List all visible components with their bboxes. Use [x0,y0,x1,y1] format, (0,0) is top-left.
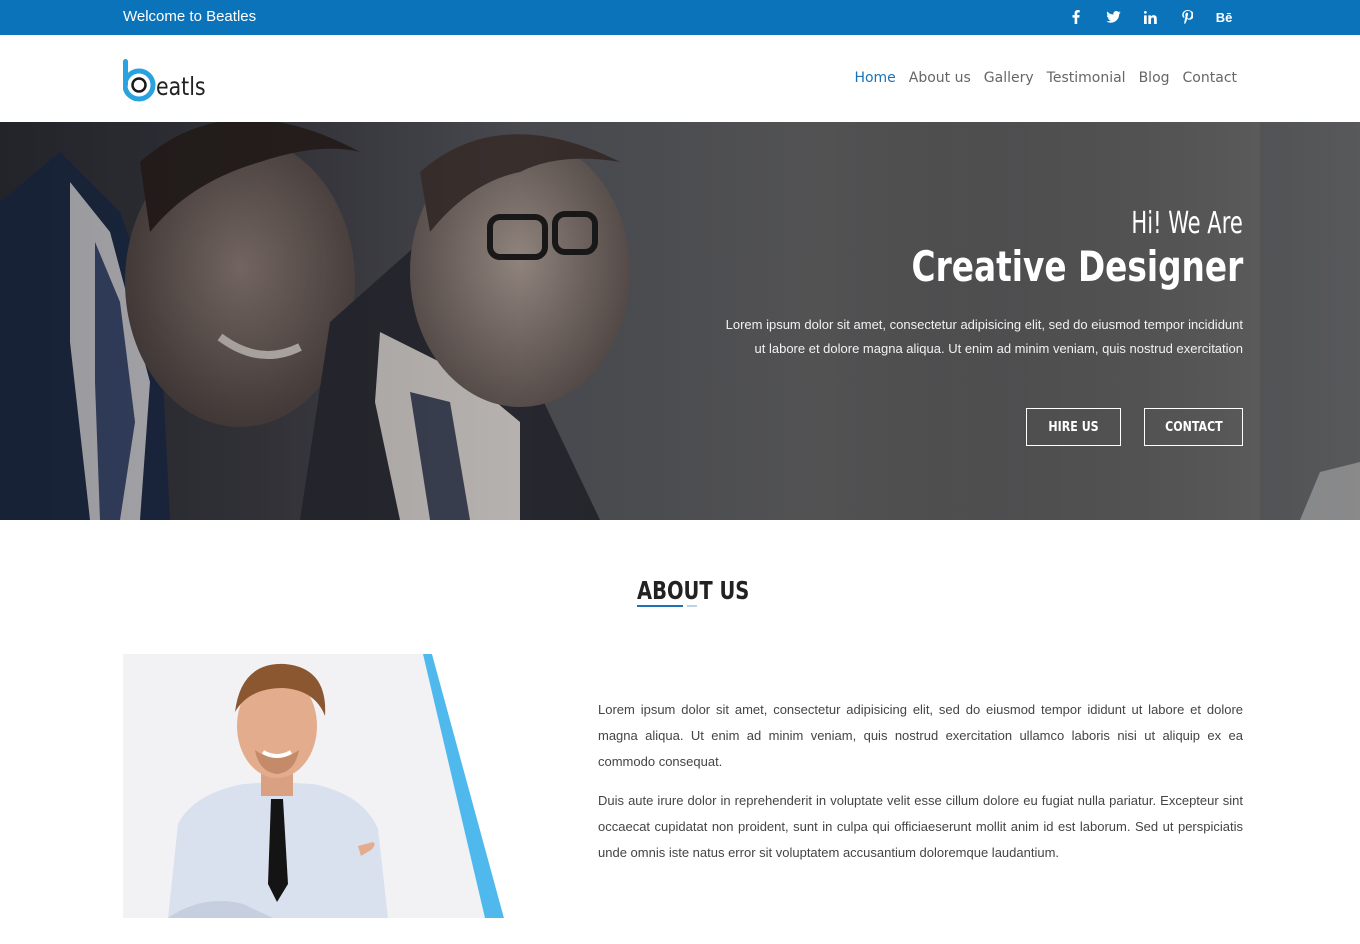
facebook-icon[interactable] [1066,7,1086,27]
main-navbar: eatls Home About us Gallery Testimonial … [0,35,1360,122]
welcome-text: Welcome to Beatles [123,8,257,25]
about-paragraph-1: Lorem ipsum dolor sit amet, consectetur … [598,702,1243,769]
pinterest-icon[interactable] [1177,7,1197,27]
hero-lead-text: Lorem ipsum dolor sit amet, consectetur … [725,317,1243,356]
beatls-logo[interactable]: eatls [123,57,213,103]
nav-item-testimonial[interactable]: Testimonial [1047,70,1126,86]
top-bar: Welcome to Beatles Bē [0,0,1360,35]
hero-kicker: Hi! We Are [1131,206,1243,241]
nav-item-home[interactable]: Home [854,70,895,86]
contact-label: CONTACT [1164,419,1223,435]
businessman-photo [123,654,504,918]
logo-wordmark: eatls [156,72,206,101]
linkedin-icon[interactable] [1140,7,1160,27]
about-text: Lorem ipsum dolor sit amet, consectetur … [598,697,1243,866]
about-paragraph-2: Duis aute irure dolor in reprehenderit i… [598,793,1243,860]
contact-button[interactable]: CONTACT [1144,408,1243,446]
hire-us-button[interactable]: HIRE US [1026,408,1121,446]
nav-item-contact[interactable]: Contact [1183,70,1237,86]
hero-banner: Hi! We Are Creative Designer Lorem ipsum… [0,122,1360,520]
about-section-title: ABOUT US [637,576,750,605]
social-links: Bē [1066,7,1234,27]
nav-item-about-us[interactable]: About us [909,70,971,86]
title-underline-accent [687,605,697,607]
title-underline [637,605,683,607]
about-photo [123,654,504,918]
nav-item-blog[interactable]: Blog [1139,70,1170,86]
twitter-icon[interactable] [1103,7,1123,27]
main-menu: Home About us Gallery Testimonial Blog C… [841,70,1237,86]
hero-headline: Creative Designer [911,242,1243,291]
nav-item-gallery[interactable]: Gallery [984,70,1034,86]
behance-icon[interactable]: Bē [1214,7,1234,27]
hire-us-label: HIRE US [1048,419,1099,435]
